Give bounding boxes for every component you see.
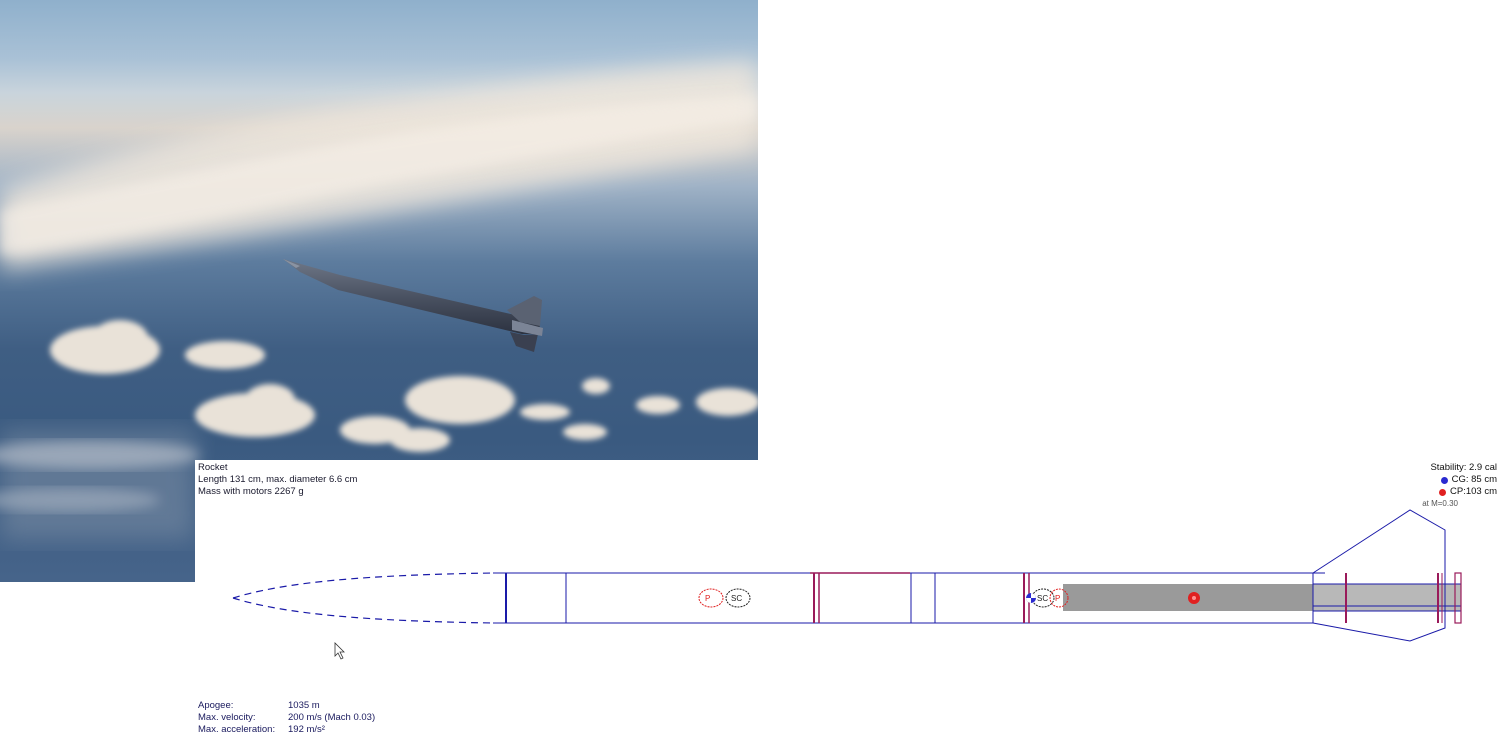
design-title: Rocket (198, 462, 228, 473)
nose-cone-outline (232, 572, 494, 599)
cp-legend: CP:103 cm (1439, 486, 1497, 498)
shock-cord-marker: SC (725, 588, 751, 608)
nose-cone-outline-lower (232, 597, 494, 624)
motor (1063, 584, 1313, 611)
svg-text:P: P (705, 594, 710, 603)
cg-readout: CG: 85 cm (1451, 474, 1497, 485)
cg-marker-icon (1026, 593, 1036, 603)
rocket-design-panel[interactable]: P SC SC P Rocket Length 131 cm, max. dia (195, 460, 1506, 741)
stat-value-apogee: 1035 m (288, 700, 320, 711)
fin-upper (1312, 509, 1446, 574)
stat-label-apogee: Apogee: (198, 700, 234, 711)
rocket-image (283, 259, 543, 352)
stat-value-acceleration: 192 m/s² (288, 724, 325, 735)
design-dimensions: Length 131 cm, max. diameter 6.6 cm (198, 474, 358, 485)
design-mass: Mass with motors 2267 g (198, 486, 304, 497)
svg-text:SC: SC (731, 594, 742, 603)
cp-legend-icon (1439, 488, 1446, 496)
stat-label-acceleration: Max. acceleration: (198, 724, 276, 735)
cp-marker-icon (1188, 592, 1200, 604)
stat-label-velocity: Max. velocity: (198, 712, 256, 723)
cp-readout: CP:103 cm (1450, 486, 1497, 497)
svg-text:SC: SC (1037, 594, 1048, 603)
svg-text:P: P (1055, 594, 1060, 603)
stat-value-velocity: 200 m/s (Mach 0.03) (288, 712, 376, 723)
mouse-cursor-icon (334, 642, 345, 660)
stability-readout: Stability: 2.9 cal (1430, 462, 1497, 473)
cg-legend: CG: 85 cm (1440, 474, 1497, 486)
mach-readout: at M=0.30 (1422, 499, 1458, 508)
parachute-marker: P (698, 588, 724, 608)
fin-lower (1312, 622, 1446, 642)
rocket-profile-drawing[interactable]: P SC SC P (195, 460, 1506, 741)
cg-legend-icon (1440, 476, 1448, 484)
